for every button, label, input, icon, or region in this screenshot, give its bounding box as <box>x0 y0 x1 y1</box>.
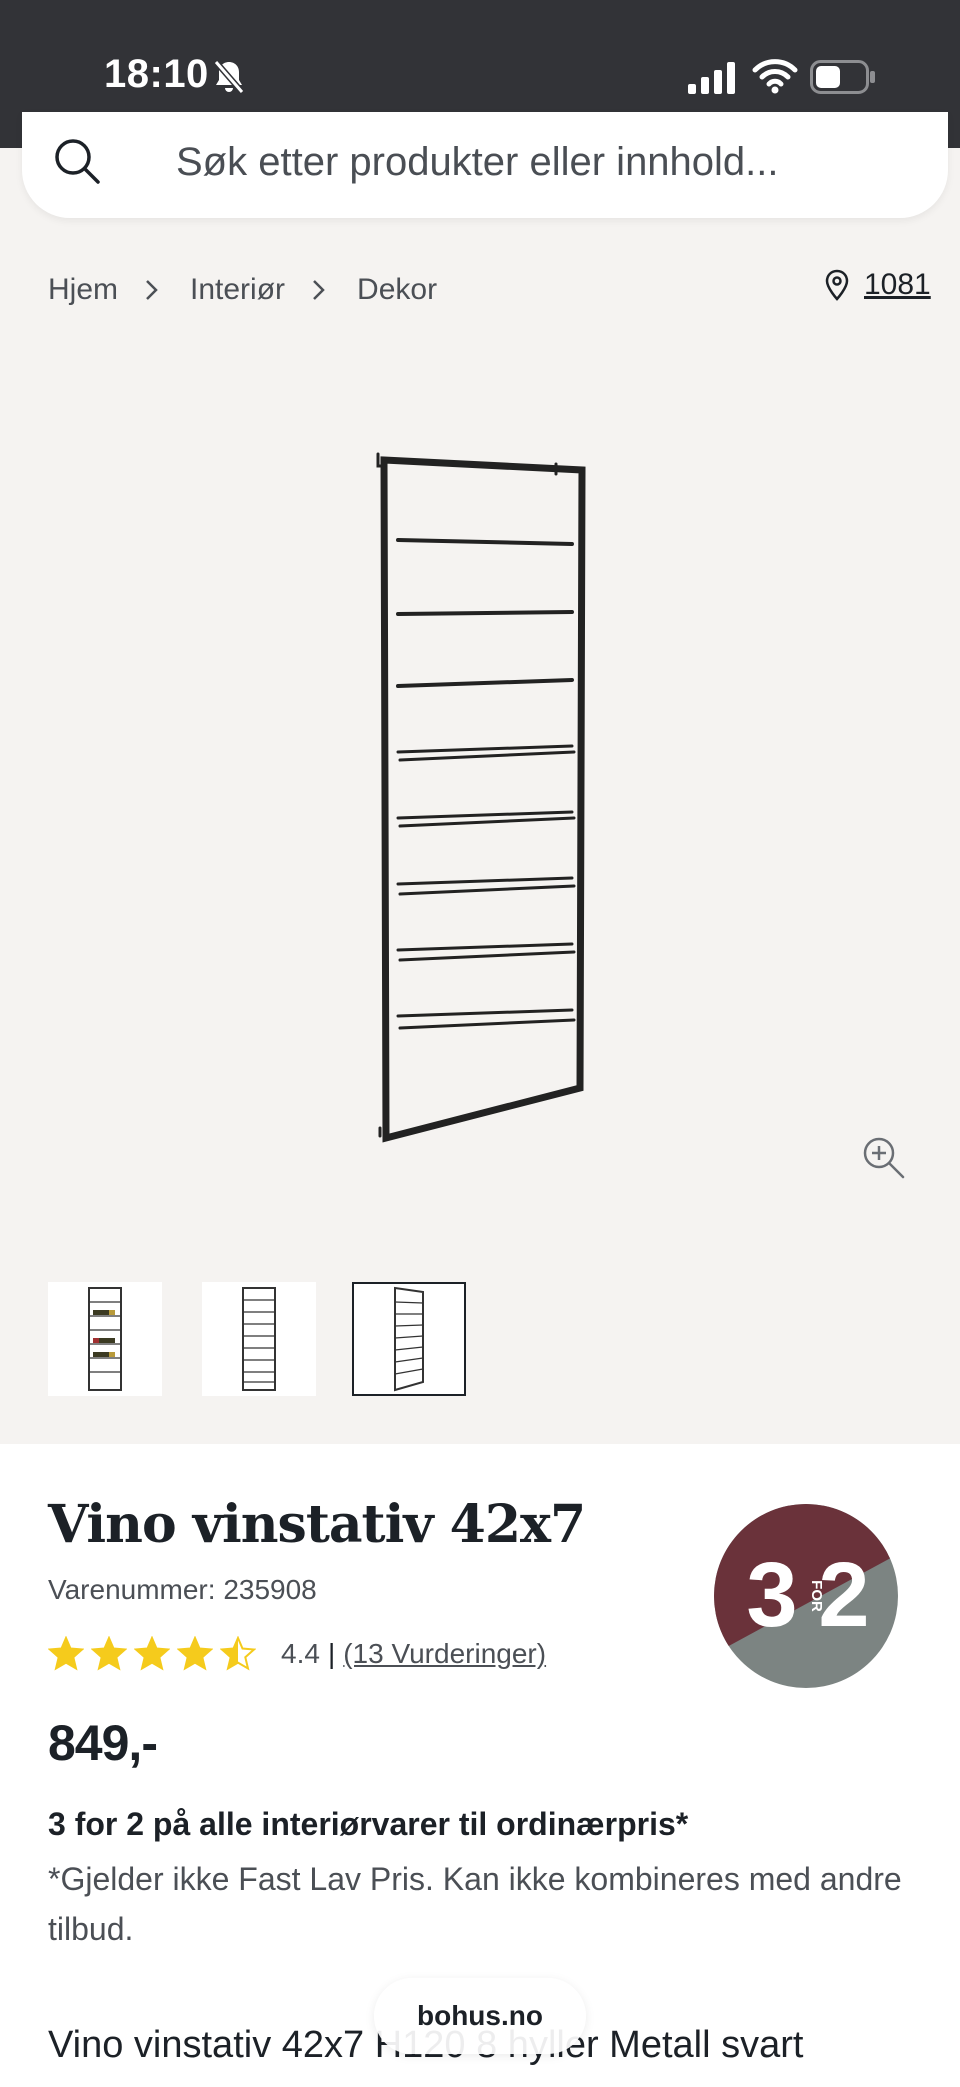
wine-rack-front-thumbnail <box>242 1287 276 1391</box>
badge-left-number: 3 <box>746 1544 797 1646</box>
store-number[interactable]: 1081 <box>864 268 931 302</box>
cellular-signal-icon <box>688 62 735 94</box>
rating-separator: | <box>327 1638 336 1669</box>
product-title: Vino vinstativ 42x7 <box>48 1494 586 1555</box>
bell-muted-icon <box>213 60 245 94</box>
browser-url-pill[interactable]: bohus.no <box>374 1978 586 2054</box>
search-bar <box>22 112 948 218</box>
location-pin-icon <box>825 269 849 301</box>
chevron-right-icon <box>146 280 158 300</box>
product-rating: 4.4 | (13 Vurderinger) <box>48 1636 546 1672</box>
star-half-icon <box>220 1636 256 1671</box>
breadcrumb: Hjem Interiør Dekor <box>48 268 437 312</box>
breadcrumb-item-hjem[interactable]: Hjem <box>48 273 118 307</box>
product-sku: Varenummer: 235908 <box>48 1574 317 1605</box>
promo-title: 3 for 2 på alle interiørvarer til ordinæ… <box>48 1806 689 1842</box>
star-full-icon <box>91 1636 127 1671</box>
zoom-in-icon[interactable] <box>860 1134 906 1180</box>
breadcrumb-item-dekor[interactable]: Dekor <box>357 273 437 307</box>
store-selector[interactable]: 1081 <box>824 268 931 302</box>
three-for-two-badge: 3 2 FOR <box>714 1504 898 1688</box>
promo-description: *Gjelder ikke Fast Lav Pris. Kan ikke ko… <box>48 1861 902 1947</box>
star-full-icon <box>177 1636 213 1671</box>
thumbnail-3-selected[interactable] <box>352 1282 466 1396</box>
status-time: 18:10 <box>104 52 209 96</box>
battery-icon <box>810 60 875 94</box>
wine-rack-side-thumbnail <box>394 1286 424 1392</box>
thumbnail-1[interactable] <box>48 1282 162 1396</box>
wine-rack-product-image <box>376 452 586 1143</box>
wifi-icon <box>752 59 798 94</box>
search-icon[interactable] <box>52 136 102 186</box>
badge-middle-text: FOR <box>808 1580 825 1612</box>
chevron-right-icon <box>313 280 325 300</box>
product-price: 849,- <box>48 1715 158 1771</box>
star-full-icon <box>134 1636 170 1671</box>
reviews-link[interactable]: (13 Vurderinger) <box>343 1638 546 1670</box>
thumbnail-2[interactable] <box>202 1282 316 1396</box>
badge-right-number: 2 <box>818 1544 869 1646</box>
rating-value: 4.4 <box>281 1638 320 1669</box>
rating-stars <box>48 1636 263 1672</box>
wine-rack-with-bottles-thumbnail <box>88 1287 122 1391</box>
search-input[interactable] <box>176 134 876 190</box>
star-full-icon <box>48 1636 84 1671</box>
breadcrumb-item-interior[interactable]: Interiør <box>190 273 285 307</box>
